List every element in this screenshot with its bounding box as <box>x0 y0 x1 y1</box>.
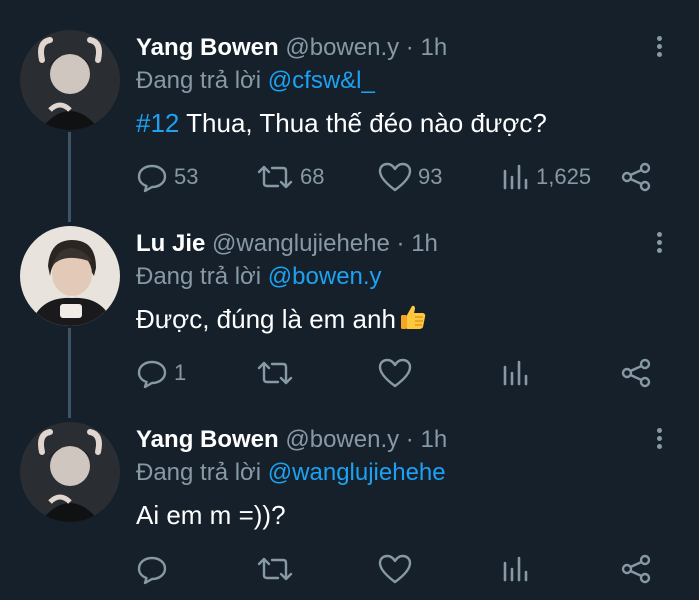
reply-mention[interactable]: @bowen.y <box>268 263 382 290</box>
reply-context: Đang trả lời @cfsw&l_ <box>136 66 375 96</box>
author-name[interactable]: Yang Bowen <box>136 34 279 61</box>
tweet-header: Yang Bowen @bowen.y · 1h <box>136 426 447 454</box>
separator: · <box>405 426 414 453</box>
more-vertical-icon[interactable] <box>647 426 671 456</box>
avatar[interactable] <box>20 30 120 130</box>
avatar[interactable] <box>20 226 120 326</box>
views-button[interactable]: 1,625 <box>500 160 591 194</box>
share-button[interactable] <box>620 356 652 390</box>
action-bar: 53 68 93 1,625 <box>0 160 699 196</box>
heart-icon <box>378 162 412 192</box>
more-vertical-icon[interactable] <box>647 230 671 260</box>
reply-prefix: Đang trả lời <box>136 263 262 290</box>
action-bar: 1 <box>0 356 699 392</box>
analytics-icon <box>503 360 528 386</box>
thumbs-up-icon <box>398 302 428 340</box>
like-button[interactable] <box>378 356 412 390</box>
reply-count: 1 <box>174 360 187 385</box>
timestamp[interactable]: 1h <box>420 34 447 61</box>
like-button[interactable]: 93 <box>378 160 442 194</box>
like-count: 93 <box>418 164 443 189</box>
retweet-icon <box>257 165 293 189</box>
tweet-text: Ai em m =))? <box>136 498 286 532</box>
tweet[interactable]: Yang Bowen @bowen.y · 1h Đang trả lời @c… <box>0 0 699 196</box>
heart-icon <box>378 358 412 388</box>
reply-count: 53 <box>174 164 199 189</box>
tweet-text: Được, đúng là em anh <box>136 302 428 340</box>
author-name[interactable]: Lu Jie <box>136 230 205 257</box>
share-icon <box>621 358 651 388</box>
tweet[interactable]: Lu Jie @wanglujiehehe · 1h Đang trả lời … <box>0 196 699 392</box>
avatar[interactable] <box>20 422 120 522</box>
retweet-icon <box>257 361 293 385</box>
reply-icon <box>137 360 167 389</box>
views-button[interactable] <box>500 552 530 586</box>
tweet-header: Yang Bowen @bowen.y · 1h <box>136 34 447 62</box>
reply-prefix: Đang trả lời <box>136 459 262 486</box>
share-icon <box>621 162 651 192</box>
retweet-button[interactable] <box>256 552 294 586</box>
more-vertical-icon[interactable] <box>647 34 671 64</box>
heart-icon <box>378 554 412 584</box>
author-name[interactable]: Yang Bowen <box>136 426 279 453</box>
share-button[interactable] <box>620 552 652 586</box>
author-handle[interactable]: @wanglujiehehe <box>212 230 390 257</box>
views-button[interactable] <box>500 356 530 390</box>
author-handle[interactable]: @bowen.y <box>285 34 399 61</box>
separator: · <box>396 230 405 257</box>
reply-icon <box>137 556 167 585</box>
tweet-text: #12 Thua, Thua thế đéo nào được? <box>136 106 547 140</box>
reply-button[interactable] <box>136 552 168 586</box>
tweet-body: Ai em m =))? <box>136 500 286 530</box>
tweet[interactable]: Yang Bowen @bowen.y · 1h Đang trả lời @w… <box>0 392 699 588</box>
reply-context: Đang trả lời @wanglujiehehe <box>136 458 446 488</box>
reply-context: Đang trả lời @bowen.y <box>136 262 382 292</box>
retweet-button[interactable]: 68 <box>256 160 324 194</box>
timestamp[interactable]: 1h <box>420 426 447 453</box>
timestamp[interactable]: 1h <box>411 230 438 257</box>
retweet-count: 68 <box>300 164 325 189</box>
like-button[interactable] <box>378 552 412 586</box>
separator: · <box>405 34 414 61</box>
analytics-icon <box>503 164 528 190</box>
hashtag-link[interactable]: #12 <box>136 108 179 138</box>
reply-button[interactable]: 1 <box>136 356 186 390</box>
tweet-body: Được, đúng là em anh <box>136 304 396 334</box>
reply-button[interactable]: 53 <box>136 160 198 194</box>
reply-mention[interactable]: @cfsw&l_ <box>268 67 375 94</box>
share-icon <box>621 554 651 584</box>
reply-prefix: Đang trả lời <box>136 67 262 94</box>
tweet-header: Lu Jie @wanglujiehehe · 1h <box>136 230 438 258</box>
retweet-icon <box>257 557 293 581</box>
action-bar <box>0 552 699 588</box>
reply-icon <box>137 164 167 193</box>
retweet-button[interactable] <box>256 356 294 390</box>
analytics-icon <box>503 556 528 582</box>
author-handle[interactable]: @bowen.y <box>285 426 399 453</box>
share-button[interactable] <box>620 160 652 194</box>
reply-mention[interactable]: @wanglujiehehe <box>268 459 446 486</box>
view-count: 1,625 <box>536 164 592 189</box>
tweet-body: Thua, Thua thế đéo nào được? <box>179 108 547 138</box>
